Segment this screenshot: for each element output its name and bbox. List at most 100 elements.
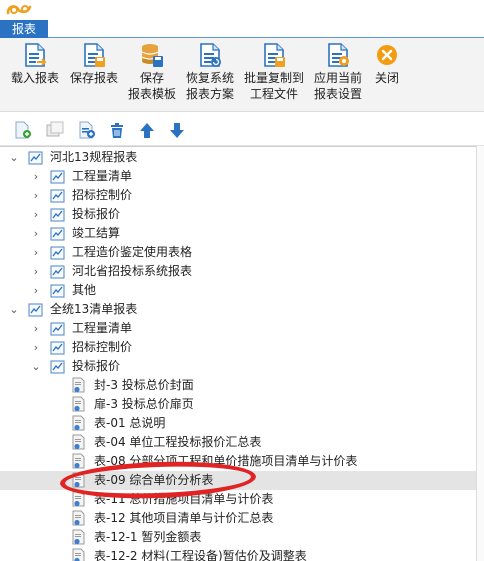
tree-report-row[interactable]: 表-09 综合单价分析表 — [0, 471, 476, 490]
tree-report-row[interactable]: 表-11 总价措施项目清单与计价表 — [0, 490, 476, 509]
tree-folder-row[interactable]: ⌄ 全统13清单报表 — [0, 300, 476, 319]
chevron-right-icon[interactable]: › — [30, 224, 42, 243]
chevron-right-icon[interactable]: › — [30, 205, 42, 224]
report-folder-icon — [50, 284, 65, 298]
database-save-icon — [141, 44, 163, 67]
chevron-right-icon[interactable]: › — [30, 186, 42, 205]
tree-folder-row[interactable]: › 招标控制价 — [0, 186, 476, 205]
close-button[interactable]: 关闭 — [370, 42, 404, 86]
apply-settings-icon — [328, 43, 349, 67]
tree-report-row[interactable]: 表-12-1 暂列金额表 — [0, 528, 476, 547]
tree-folder-row[interactable]: › 工程造价鉴定使用表格 — [0, 243, 476, 262]
batch-copy-button-label-2: 工程文件 — [249, 87, 298, 101]
report-document-icon — [72, 548, 85, 561]
report-folder-icon — [50, 341, 65, 355]
chevron-right-icon[interactable]: › — [30, 281, 42, 300]
chevron-right-icon[interactable]: › — [30, 167, 42, 186]
chevron-right-icon[interactable]: › — [30, 243, 42, 262]
close-button-label: 关闭 — [374, 71, 399, 85]
load-report-button[interactable]: 载入报表 — [6, 42, 64, 86]
tree-item-label: 河北13规程报表 — [50, 150, 138, 164]
tree-folder-row[interactable]: › 工程量清单 — [0, 167, 476, 186]
tree-item-label: 投标报价 — [72, 207, 121, 221]
report-document-icon — [72, 529, 85, 545]
tree-report-row[interactable]: 表-12-2 材料(工程设备)暂估价及调整表 — [0, 547, 476, 561]
save-report-icon — [84, 43, 105, 67]
restore-scheme-button-label: 恢复系统 — [185, 71, 234, 85]
save-report-button[interactable]: 保存报表 — [66, 42, 122, 86]
tree-scrollbar[interactable] — [476, 146, 484, 561]
report-tree[interactable]: ⌄ 河北13规程报表 › 工程量清单 › 招标控制价 › 投标报价 › 竣工结算 › 工程造价鉴定使用… — [0, 146, 484, 561]
tree-item-label: 竣工结算 — [72, 226, 121, 240]
save-template-button[interactable]: 保存 报表模板 — [124, 42, 180, 102]
tree-item-label: 招标控制价 — [72, 340, 133, 354]
chevron-down-icon[interactable]: ⌄ — [30, 357, 42, 376]
move-up-icon[interactable] — [138, 121, 156, 139]
report-document-icon — [72, 472, 85, 488]
tree-report-row[interactable]: 封-3 投标总价封面 — [0, 376, 476, 395]
tree-item-label: 表-01 总说明 — [94, 416, 166, 430]
report-document-icon — [72, 491, 85, 507]
restore-scheme-icon — [200, 43, 221, 67]
title-bar — [0, 0, 484, 20]
delete-icon[interactable] — [108, 121, 126, 139]
apply-settings-button-label-2: 报表设置 — [313, 87, 362, 101]
tree-report-row[interactable]: 表-04 单位工程投标报价汇总表 — [0, 433, 476, 452]
tree-item-label: 表-12-1 暂列金额表 — [94, 530, 202, 544]
tree-item-label: 封-3 投标总价封面 — [94, 378, 194, 392]
tree-item-label: 表-09 综合单价分析表 — [94, 473, 214, 487]
batch-copy-button-label: 批量复制到 — [243, 71, 304, 85]
report-document-icon — [72, 377, 85, 393]
report-document-icon — [72, 434, 85, 450]
save-report-button-label: 保存报表 — [69, 71, 118, 85]
chevron-down-icon[interactable]: ⌄ — [8, 300, 20, 319]
tree-item-label: 工程造价鉴定使用表格 — [72, 245, 193, 259]
tree-report-row[interactable]: 扉-3 投标总价扉页 — [0, 395, 476, 414]
tree-item-label: 扉-3 投标总价扉页 — [94, 397, 194, 411]
tree-report-row[interactable]: 表-08 分部分项工程和单价措施项目清单与计价表 — [0, 452, 476, 471]
chevron-down-icon[interactable]: ⌄ — [8, 148, 20, 167]
report-folder-icon — [28, 303, 43, 317]
tree-folder-row[interactable]: ⌄ 河北13规程报表 — [0, 148, 476, 167]
tree-report-row[interactable]: 表-01 总说明 — [0, 414, 476, 433]
tree-folder-row[interactable]: › 投标报价 — [0, 205, 476, 224]
tab-report[interactable]: 报表 — [0, 20, 48, 38]
tree-item-label: 表-11 总价措施项目清单与计价表 — [94, 492, 274, 506]
tree-report-row[interactable]: 表-12 其他项目清单与计价汇总表 — [0, 509, 476, 528]
move-down-icon[interactable] — [168, 121, 186, 139]
app-logo-icon — [6, 5, 32, 15]
tree-item-label: 招标控制价 — [72, 188, 133, 202]
tree-folder-row[interactable]: › 工程量清单 — [0, 319, 476, 338]
batch-copy-icon — [264, 43, 285, 67]
tree-item-label: 表-04 单位工程投标报价汇总表 — [94, 435, 262, 449]
add-report-icon[interactable] — [14, 121, 32, 139]
report-folder-icon — [50, 189, 65, 203]
restore-scheme-button[interactable]: 恢复系统 报表方案 — [182, 42, 238, 102]
tree-folder-row[interactable]: › 招标控制价 — [0, 338, 476, 357]
batch-copy-button[interactable]: 批量复制到 工程文件 — [240, 42, 308, 102]
report-folder-icon — [50, 170, 65, 184]
chevron-right-icon[interactable]: › — [30, 319, 42, 338]
new-report-icon[interactable] — [78, 121, 96, 139]
tree-folder-row[interactable]: › 其他 — [0, 281, 476, 300]
chevron-right-icon[interactable]: › — [30, 262, 42, 281]
load-report-button-label: 载入报表 — [10, 71, 59, 85]
copy-folder-icon[interactable] — [46, 121, 64, 139]
report-document-icon — [72, 453, 85, 469]
apply-settings-button[interactable]: 应用当前 报表设置 — [310, 42, 366, 102]
apply-settings-button-label: 应用当前 — [313, 71, 362, 85]
report-document-icon — [72, 396, 85, 412]
tree-item-label: 工程量清单 — [72, 321, 133, 335]
save-template-button-label-2: 报表模板 — [127, 87, 176, 101]
report-document-icon — [72, 415, 85, 431]
restore-scheme-button-label-2: 报表方案 — [185, 87, 234, 101]
tree-folder-row[interactable]: ⌄ 投标报价 — [0, 357, 476, 376]
report-folder-icon — [50, 208, 65, 222]
chevron-right-icon[interactable]: › — [30, 338, 42, 357]
report-folder-icon — [50, 360, 65, 374]
tree-item-label: 工程量清单 — [72, 169, 133, 183]
tree-folder-row[interactable]: › 竣工结算 — [0, 224, 476, 243]
save-template-button-label: 保存 — [139, 71, 164, 85]
ribbon-tab-bar: 报表 — [0, 20, 484, 38]
tree-folder-row[interactable]: › 河北省招投标系统报表 — [0, 262, 476, 281]
